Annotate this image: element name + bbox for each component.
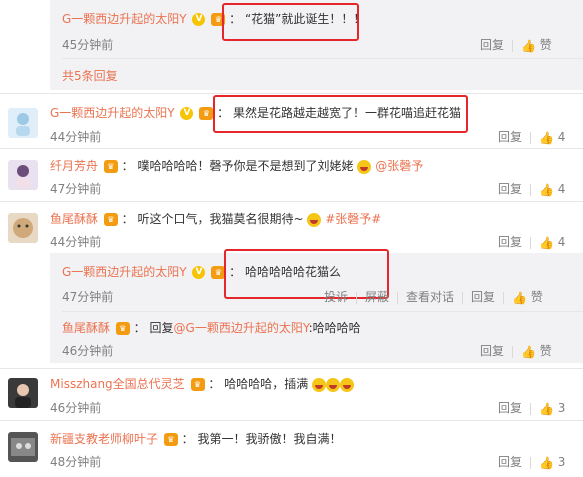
- topic-tag-link[interactable]: #张磬予#: [325, 212, 381, 226]
- reply-button[interactable]: 回复: [480, 38, 504, 52]
- comment-text: 噗哈哈哈哈！磬予你是不是想到了刘姥姥: [137, 159, 354, 173]
- comment-2: 纤月芳舟 ♛ ： 噗哈哈哈哈！磬予你是不是想到了刘姥姥 @张磬予: [50, 157, 423, 174]
- like-count[interactable]: 3: [558, 455, 566, 469]
- verified-icon: V: [180, 107, 194, 120]
- member-crown-icon: ♛: [103, 213, 118, 226]
- divider: [0, 93, 583, 94]
- comment-text: 哈哈哈哈，插满: [224, 377, 309, 391]
- thumbs-up-icon[interactable]: 👍: [539, 236, 554, 250]
- like-count[interactable]: 4: [558, 182, 566, 196]
- member-crown-icon: ♛: [103, 160, 118, 173]
- comment-text: 我第一！我骄傲！我自满！: [197, 432, 342, 446]
- divider: [0, 148, 583, 149]
- comment-author[interactable]: Misszhang全国总代灵芝: [50, 377, 185, 391]
- reply-button[interactable]: 回复: [480, 344, 504, 358]
- comment-actions: 回复 👍 3: [498, 399, 565, 416]
- thumbs-up-icon[interactable]: 👍: [521, 345, 536, 359]
- divider: [0, 420, 583, 421]
- like-count[interactable]: 4: [558, 130, 566, 144]
- laughing-emoji-icon: [307, 212, 322, 227]
- laughing-emoji-icon: [312, 377, 327, 392]
- member-crown-icon: ♛: [163, 433, 178, 446]
- reply-button[interactable]: 回复: [498, 455, 522, 469]
- like-count[interactable]: 3: [558, 401, 566, 415]
- thumbs-up-icon[interactable]: 👍: [539, 183, 554, 197]
- thumbs-up-icon[interactable]: 👍: [512, 291, 527, 305]
- avatar[interactable]: [8, 213, 38, 243]
- sub-reply-text-suffix: :哈哈哈哈: [308, 321, 361, 335]
- laughing-emoji-icon: [326, 377, 341, 392]
- colon: ：: [121, 159, 134, 173]
- thumbs-up-icon[interactable]: 👍: [539, 456, 554, 470]
- member-crown-icon: ♛: [199, 107, 214, 120]
- highlight-box-1: [222, 3, 359, 41]
- comment-time: 47分钟前: [50, 182, 102, 196]
- verified-icon: V: [192, 266, 206, 279]
- colon: ：: [133, 321, 146, 335]
- divider: [0, 368, 583, 369]
- reply-button[interactable]: 回复: [498, 130, 522, 144]
- reply-button[interactable]: 回复: [498, 235, 522, 249]
- avatar[interactable]: [8, 432, 38, 462]
- highlight-box-2: [213, 95, 468, 133]
- comment-time: 44分钟前: [50, 235, 102, 249]
- sub-reply-time: 46分钟前: [62, 344, 114, 358]
- mention-link[interactable]: @张磬予: [375, 159, 423, 173]
- view-dialog-button[interactable]: 查看对话: [406, 290, 454, 304]
- comment-4: Misszhang全国总代灵芝 ♛ ： 哈哈哈哈，插满: [50, 375, 355, 392]
- expand-replies-link[interactable]: 共5条回复: [62, 67, 118, 84]
- comment-actions: 回复 👍 4: [498, 180, 565, 197]
- comment-time: 46分钟前: [50, 401, 102, 415]
- comment-actions: 回复 👍 4: [498, 233, 565, 250]
- divider: [0, 201, 583, 202]
- reply-button[interactable]: 回复: [498, 182, 522, 196]
- like-label[interactable]: 赞: [531, 290, 543, 304]
- divider: [62, 311, 583, 312]
- divider: [62, 58, 583, 59]
- sub-reply-actions: 投诉 屏蔽 查看对话 回复 👍 赞: [324, 288, 543, 305]
- sub-reply-3: 鱼尾酥酥 ♛ ： 回复@G一颗西边升起的太阳Y:哈哈哈哈: [62, 319, 361, 336]
- sub-reply-1-author[interactable]: G一颗西边升起的太阳Y: [62, 12, 187, 26]
- report-button[interactable]: 投诉: [324, 290, 348, 304]
- comment-text: 听这个口气，我猫莫名很期待~: [137, 212, 304, 226]
- comment-time: 44分钟前: [50, 130, 102, 144]
- like-label[interactable]: 赞: [540, 38, 552, 52]
- laughing-emoji-icon: [357, 159, 372, 174]
- sub-reply-time: 47分钟前: [62, 290, 114, 304]
- thumbs-up-icon[interactable]: 👍: [521, 39, 536, 53]
- member-crown-icon: ♛: [190, 378, 205, 391]
- sub-reply-actions: 回复 👍 赞: [480, 342, 552, 359]
- mention-link[interactable]: @G一颗西边升起的太阳Y: [174, 321, 309, 335]
- like-count[interactable]: 4: [558, 235, 566, 249]
- thumbs-up-icon[interactable]: 👍: [539, 402, 554, 416]
- colon: ：: [181, 432, 194, 446]
- comment-author[interactable]: 纤月芳舟: [50, 159, 98, 173]
- colon: ：: [208, 377, 221, 391]
- colon: ：: [121, 212, 134, 226]
- comment-time: 48分钟前: [50, 455, 102, 469]
- sub-reply-1-actions: 回复 👍 赞: [480, 36, 552, 53]
- comment-author[interactable]: 新疆支教老师柳叶子: [50, 432, 158, 446]
- member-crown-icon: ♛: [115, 322, 130, 335]
- comment-5: 新疆支教老师柳叶子 ♛ ： 我第一！我骄傲！我自满！: [50, 430, 342, 447]
- comment-3: 鱼尾酥酥 ♛ ： 听这个口气，我猫莫名很期待~ #张磬予#: [50, 210, 381, 227]
- reply-button[interactable]: 回复: [498, 401, 522, 415]
- verified-icon: V: [192, 13, 206, 26]
- avatar[interactable]: [8, 378, 38, 408]
- sub-reply-author[interactable]: 鱼尾酥酥: [62, 321, 110, 335]
- sub-reply-1-time: 45分钟前: [62, 38, 114, 52]
- block-button[interactable]: 屏蔽: [365, 290, 389, 304]
- sub-reply-text-prefix: 回复: [149, 321, 174, 335]
- comment-actions: 回复 👍 3: [498, 453, 565, 470]
- comment-author[interactable]: 鱼尾酥酥: [50, 212, 98, 226]
- reply-button[interactable]: 回复: [471, 290, 495, 304]
- laughing-emoji-icon: [340, 377, 355, 392]
- thumbs-up-icon[interactable]: 👍: [539, 131, 554, 145]
- comment-actions: 回复 👍 4: [498, 128, 565, 145]
- avatar[interactable]: [8, 108, 38, 138]
- avatar[interactable]: [8, 160, 38, 190]
- comment-author[interactable]: G一颗西边升起的太阳Y: [50, 106, 175, 120]
- sub-reply-author[interactable]: G一颗西边升起的太阳Y: [62, 265, 187, 279]
- like-label[interactable]: 赞: [540, 344, 552, 358]
